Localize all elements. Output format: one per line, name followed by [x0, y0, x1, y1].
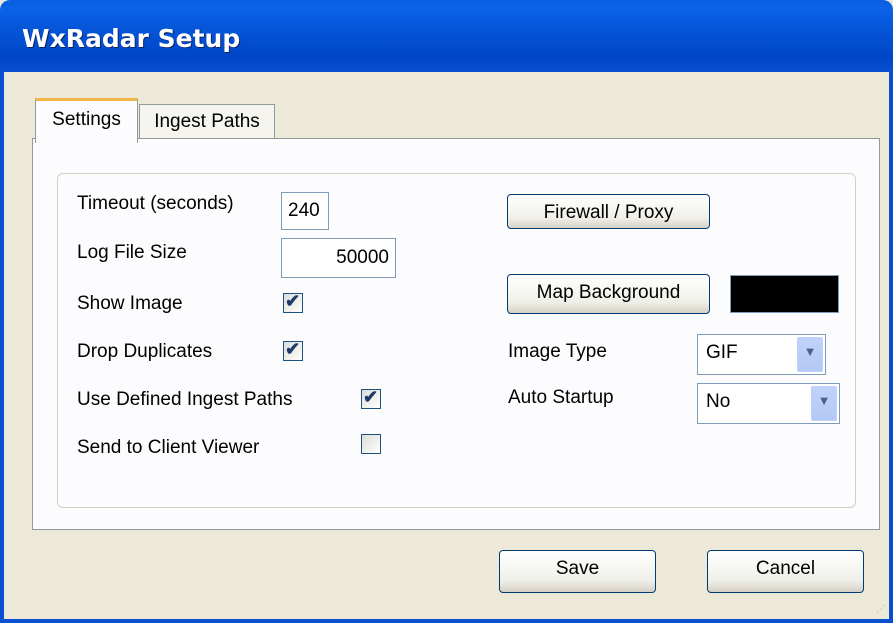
use-defined-ingest-paths-label: Use Defined Ingest Paths [77, 389, 293, 410]
resize-grip-icon[interactable]: ⋰ [876, 604, 887, 615]
title-bar[interactable]: WxRadar Setup [0, 0, 893, 72]
use-defined-ingest-paths-checkbox[interactable]: ✔ [361, 387, 381, 409]
show-image-label: Show Image [77, 293, 183, 314]
send-to-client-viewer-checkbox[interactable] [361, 434, 381, 454]
checkmark-icon: ✔ [285, 291, 301, 311]
drop-duplicates-label: Drop Duplicates [77, 341, 213, 362]
window-frame-left [0, 72, 4, 623]
save-button[interactable]: Save [499, 550, 656, 593]
chevron-down-icon[interactable]: ▼ [811, 386, 837, 421]
image-type-value: GIF [706, 342, 738, 363]
firewall-proxy-button-label: Firewall / Proxy [543, 202, 674, 223]
image-type-select[interactable]: GIF ▼ [697, 334, 826, 375]
cancel-button[interactable]: Cancel [707, 550, 864, 593]
log-file-size-input[interactable] [281, 238, 396, 278]
firewall-proxy-button[interactable]: Firewall / Proxy [507, 194, 710, 229]
cancel-button-label: Cancel [755, 558, 816, 579]
map-background-color-swatch [730, 275, 839, 313]
send-to-client-viewer-label: Send to Client Viewer [77, 437, 260, 458]
timeout-input[interactable] [281, 192, 329, 230]
image-type-label: Image Type [508, 341, 607, 362]
tab-ingest-paths-label: Ingest Paths [154, 111, 260, 132]
map-background-button[interactable]: Map Background [507, 274, 710, 314]
drop-duplicates-checkbox[interactable]: ✔ [283, 339, 303, 361]
checkmark-icon: ✔ [363, 387, 379, 407]
checkmark-icon: ✔ [285, 339, 301, 359]
auto-startup-value: No [706, 391, 731, 412]
auto-startup-label: Auto Startup [508, 387, 614, 408]
window-title: WxRadar Setup [22, 24, 241, 53]
chevron-down-icon[interactable]: ▼ [797, 337, 823, 372]
timeout-label: Timeout (seconds) [77, 193, 234, 214]
dialog-window: WxRadar Setup Settings Ingest Paths Time… [0, 0, 893, 623]
window-frame-right [889, 72, 893, 623]
map-background-button-label: Map Background [536, 282, 681, 303]
tab-ingest-paths[interactable]: Ingest Paths [139, 104, 275, 140]
tab-settings[interactable]: Settings [35, 98, 138, 143]
log-file-size-label: Log File Size [77, 242, 187, 263]
show-image-checkbox[interactable]: ✔ [283, 291, 303, 313]
tab-settings-label: Settings [52, 109, 121, 130]
save-button-label: Save [555, 558, 600, 579]
window-frame-bottom [0, 619, 893, 623]
auto-startup-select[interactable]: No ▼ [697, 383, 840, 424]
